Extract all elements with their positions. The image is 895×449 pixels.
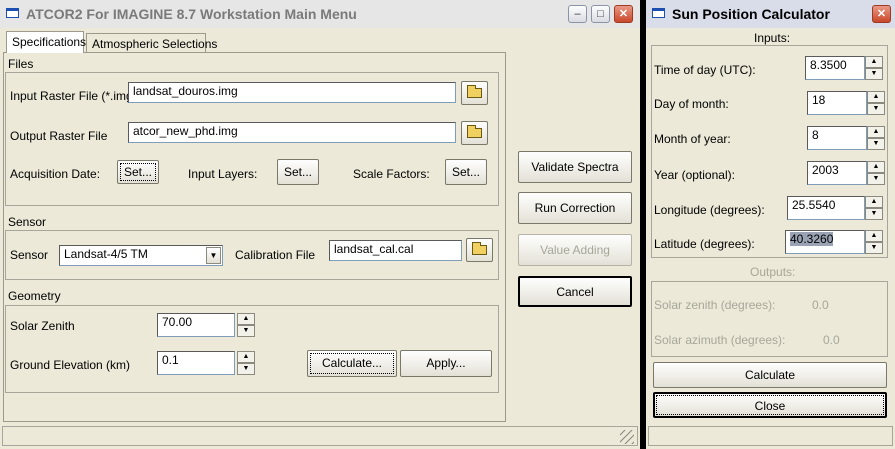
month-of-year-spinner[interactable]: ▲ ▼ bbox=[867, 126, 885, 150]
tab-atmospheric-selections[interactable]: Atmospheric Selections bbox=[86, 33, 217, 53]
day-of-month-field[interactable]: 18 bbox=[807, 91, 867, 115]
main-titlebar[interactable]: ATCOR2 For IMAGINE 8.7 Workstation Main … bbox=[0, 0, 640, 28]
output-raster-label: Output Raster File bbox=[10, 129, 108, 143]
latitude-selected-text: 40.3260 bbox=[790, 232, 834, 246]
main-status-bar bbox=[2, 426, 638, 446]
maximize-icon[interactable]: □ bbox=[591, 5, 610, 23]
ground-elevation-field[interactable]: 0.1 bbox=[157, 351, 235, 375]
solar-zenith-output-label: Solar zenith (degrees): bbox=[654, 298, 776, 312]
sun-status-bar bbox=[648, 426, 893, 446]
spin-down-icon[interactable]: ▼ bbox=[867, 173, 885, 185]
latitude-label: Latitude (degrees): bbox=[654, 237, 755, 251]
solar-zenith-field[interactable]: 70.00 bbox=[157, 313, 235, 337]
time-of-day-field[interactable]: 8.3500 bbox=[805, 56, 865, 80]
sensor-label: Sensor bbox=[10, 248, 49, 262]
resize-grip-icon[interactable] bbox=[620, 430, 634, 444]
files-group-label: Files bbox=[8, 57, 34, 71]
spin-down-icon[interactable]: ▼ bbox=[867, 103, 885, 115]
acquisition-date-label: Acquisition Date: bbox=[10, 167, 101, 181]
scale-factors-label: Scale Factors: bbox=[353, 167, 430, 181]
month-of-year-label: Month of year: bbox=[654, 132, 731, 146]
sun-titlebar[interactable]: Sun Position Calculator ✕ bbox=[646, 0, 895, 28]
latitude-field[interactable]: 40.3260 bbox=[785, 230, 865, 254]
calibration-file-label: Calibration File bbox=[235, 248, 316, 262]
latitude-spinner[interactable]: ▲ ▼ bbox=[865, 230, 883, 254]
spin-up-icon[interactable]: ▲ bbox=[237, 351, 255, 363]
folder-open-icon bbox=[467, 125, 482, 138]
spin-up-icon[interactable]: ▲ bbox=[865, 56, 883, 68]
input-layers-label: Input Layers: bbox=[188, 167, 258, 181]
calibration-file-field[interactable]: landsat_cal.cal bbox=[329, 240, 462, 261]
calibration-browse-button[interactable] bbox=[466, 238, 493, 262]
acquisition-date-set-button[interactable]: Set... bbox=[117, 160, 159, 184]
folder-open-icon bbox=[467, 85, 482, 98]
sun-position-window: Sun Position Calculator ✕ Inputs: Time o… bbox=[646, 0, 895, 449]
solar-zenith-output-value: 0.0 bbox=[812, 298, 829, 312]
window-icon bbox=[652, 8, 665, 18]
spin-down-icon[interactable]: ▼ bbox=[865, 68, 883, 80]
year-field[interactable]: 2003 bbox=[807, 161, 867, 185]
outputs-label: Outputs: bbox=[750, 265, 796, 279]
day-of-month-spinner[interactable]: ▲ ▼ bbox=[867, 91, 885, 115]
spin-down-icon[interactable]: ▼ bbox=[865, 208, 883, 220]
scale-factors-set-button[interactable]: Set... bbox=[445, 159, 487, 185]
run-correction-button[interactable]: Run Correction bbox=[518, 192, 632, 224]
spin-down-icon[interactable]: ▼ bbox=[237, 363, 255, 375]
spin-up-icon[interactable]: ▲ bbox=[867, 161, 885, 173]
longitude-spinner[interactable]: ▲ ▼ bbox=[865, 196, 883, 220]
sun-window-title: Sun Position Calculator bbox=[672, 6, 830, 22]
time-of-day-label: Time of day (UTC): bbox=[654, 63, 756, 77]
sun-close-button[interactable]: Close bbox=[653, 392, 887, 418]
window-icon bbox=[6, 8, 19, 18]
minimize-icon[interactable]: – bbox=[568, 5, 587, 23]
longitude-field[interactable]: 25.5540 bbox=[787, 196, 865, 220]
longitude-label: Longitude (degrees): bbox=[654, 203, 765, 217]
sensor-select[interactable]: Landsat-4/5 TM ▼ bbox=[59, 245, 223, 266]
value-adding-button[interactable]: Value Adding bbox=[518, 234, 632, 266]
spin-down-icon[interactable]: ▼ bbox=[865, 242, 883, 254]
spin-down-icon[interactable]: ▼ bbox=[867, 138, 885, 150]
spin-up-icon[interactable]: ▲ bbox=[865, 230, 883, 242]
sun-calculate-button[interactable]: Calculate bbox=[653, 362, 887, 388]
geometry-apply-button[interactable]: Apply... bbox=[400, 350, 492, 377]
output-raster-browse-button[interactable] bbox=[461, 121, 488, 145]
input-raster-field[interactable]: landsat_douros.img bbox=[128, 82, 456, 103]
tab-specifications[interactable]: Specifications bbox=[6, 31, 86, 53]
year-spinner[interactable]: ▲ ▼ bbox=[867, 161, 885, 185]
input-layers-set-button[interactable]: Set... bbox=[277, 159, 319, 185]
output-raster-field[interactable]: atcor_new_phd.img bbox=[128, 122, 456, 143]
year-label: Year (optional): bbox=[654, 168, 735, 182]
solar-azimuth-output-value: 0.0 bbox=[823, 333, 840, 347]
spin-down-icon[interactable]: ▼ bbox=[237, 325, 255, 337]
time-of-day-spinner[interactable]: ▲ ▼ bbox=[865, 56, 883, 80]
sensor-group-label: Sensor bbox=[8, 215, 47, 229]
inputs-label: Inputs: bbox=[754, 31, 791, 45]
cancel-button[interactable]: Cancel bbox=[518, 276, 632, 307]
geometry-group-label: Geometry bbox=[8, 289, 61, 303]
ground-elevation-label: Ground Elevation (km) bbox=[10, 358, 131, 372]
input-raster-label: Input Raster File (*.img) bbox=[10, 89, 137, 103]
main-window-title: ATCOR2 For IMAGINE 8.7 Workstation Main … bbox=[26, 6, 357, 22]
dropdown-arrow-icon[interactable]: ▼ bbox=[206, 247, 221, 264]
sensor-select-value: Landsat-4/5 TM bbox=[64, 247, 148, 261]
ground-elevation-spinner[interactable]: ▲ ▼ bbox=[237, 351, 255, 375]
close-icon[interactable]: ✕ bbox=[614, 5, 633, 23]
solar-zenith-label: Solar Zenith bbox=[10, 319, 75, 333]
spin-up-icon[interactable]: ▲ bbox=[867, 126, 885, 138]
geometry-calculate-button[interactable]: Calculate... bbox=[307, 350, 397, 377]
spin-up-icon[interactable]: ▲ bbox=[237, 313, 255, 325]
close-icon[interactable]: ✕ bbox=[872, 5, 891, 23]
solar-azimuth-output-label: Solar azimuth (degrees): bbox=[654, 333, 786, 347]
spin-up-icon[interactable]: ▲ bbox=[867, 91, 885, 103]
input-raster-browse-button[interactable] bbox=[461, 81, 488, 105]
folder-open-icon bbox=[472, 242, 487, 255]
atcor-main-window: ATCOR2 For IMAGINE 8.7 Workstation Main … bbox=[0, 0, 640, 449]
day-of-month-label: Day of month: bbox=[654, 97, 729, 111]
validate-spectra-button[interactable]: Validate Spectra bbox=[518, 151, 632, 183]
spin-up-icon[interactable]: ▲ bbox=[865, 196, 883, 208]
solar-zenith-spinner[interactable]: ▲ ▼ bbox=[237, 313, 255, 337]
month-of-year-field[interactable]: 8 bbox=[807, 126, 867, 150]
